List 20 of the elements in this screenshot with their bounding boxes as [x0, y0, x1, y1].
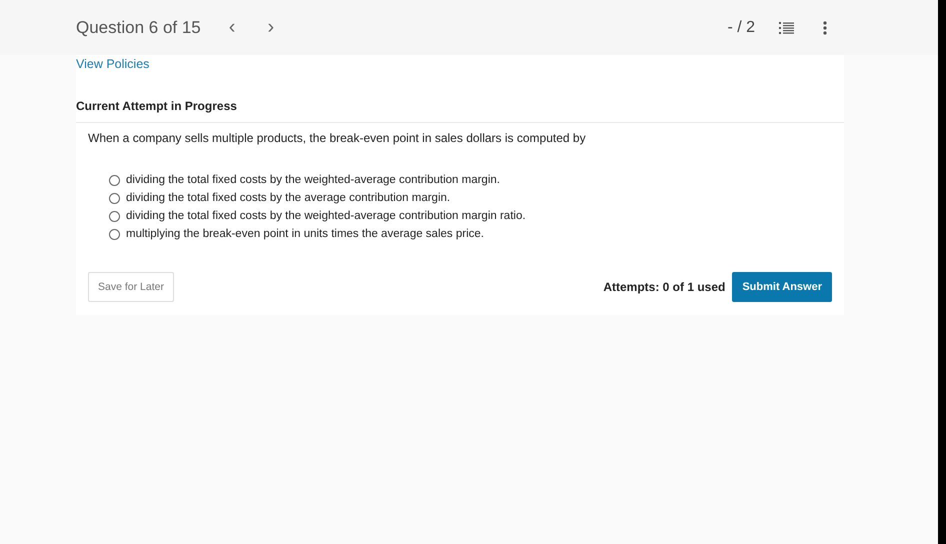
- option-label: multiplying the break-even point in units times the average sales price.: [126, 228, 484, 240]
- attempts-text: Attempts: 0 of 1 used: [603, 280, 726, 294]
- previous-button[interactable]: ‹: [224, 16, 240, 39]
- option-label: dividing the total fixed costs by the average contribution margin.: [126, 192, 450, 204]
- score-text: - / 2: [727, 18, 755, 36]
- next-button[interactable]: ›: [263, 16, 278, 39]
- radio-button[interactable]: [109, 228, 120, 240]
- radio-button[interactable]: [109, 192, 120, 204]
- option-label: dividing the total fixed costs by the weighted-average contribution margin ratio.: [126, 210, 526, 222]
- option-label: dividing the total fixed costs by the weighted-average contribution margin.: [126, 174, 500, 186]
- radio-button[interactable]: [109, 210, 120, 222]
- radio-button[interactable]: [109, 174, 120, 186]
- question-counter: Question 6 of 15: [76, 18, 201, 38]
- view-policies-link[interactable]: View Policies: [76, 57, 150, 71]
- numbered-list-icon[interactable]: [779, 20, 795, 34]
- save-for-later-button[interactable]: Save for Later: [88, 272, 174, 302]
- attempt-status: Current Attempt in Progress: [76, 99, 238, 115]
- more-options-icon[interactable]: [823, 20, 827, 34]
- question-text: When a company sells multiple products, the break-even point in sales dollars is computed by: [88, 131, 587, 145]
- submit-answer-button[interactable]: Submit Answer: [732, 272, 832, 302]
